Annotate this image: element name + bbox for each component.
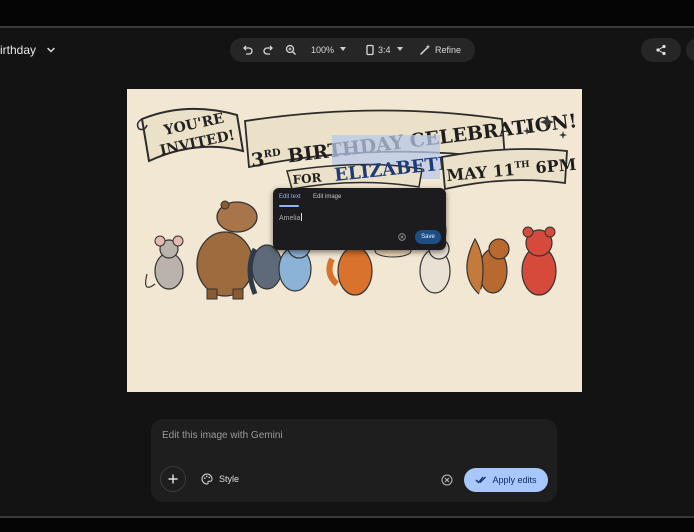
overflow-button[interactable] [686, 38, 694, 62]
zoom-in-icon[interactable] [284, 43, 298, 57]
share-button[interactable] [641, 38, 681, 62]
bear-illustration [521, 226, 557, 296]
active-tab-indicator [279, 205, 299, 207]
for-label: FOR [292, 170, 323, 187]
refine-button[interactable]: Refine [435, 45, 461, 55]
text-cursor [301, 213, 303, 221]
document-title[interactable]: irthday [0, 42, 58, 58]
magic-wand-icon[interactable] [418, 43, 432, 57]
add-attachment-button[interactable] [160, 466, 186, 492]
clear-icon[interactable] [398, 233, 406, 241]
apply-edits-button[interactable]: Apply edits [464, 468, 548, 492]
palette-icon [201, 473, 213, 485]
prompt-input[interactable]: Edit this image with Gemini [162, 430, 283, 441]
window-top-bar [0, 0, 694, 26]
edit-text-popup: Edit text Edit image Amelia Save [273, 188, 446, 250]
redo-icon[interactable] [262, 43, 276, 57]
tab-edit-text[interactable]: Edit text [279, 194, 301, 200]
style-label: Style [219, 474, 240, 484]
prompt-box: Edit this image with Gemini Style Apply … [151, 419, 557, 502]
edit-toolbar: 100% 3:4 Refine [230, 38, 475, 62]
undo-icon[interactable] [240, 43, 254, 57]
save-button[interactable]: Save [415, 230, 441, 244]
tab-edit-image[interactable]: Edit image [313, 194, 341, 200]
style-button[interactable]: Style [201, 473, 239, 485]
event-time: 6PM [529, 155, 577, 178]
zoom-caret-icon[interactable] [340, 47, 346, 51]
window-bottom-bar [0, 518, 694, 532]
aspect-caret-icon[interactable] [397, 47, 403, 51]
date-superscript: TH [514, 160, 531, 171]
aspect-ratio-icon[interactable] [363, 43, 377, 57]
replacement-text-input[interactable]: Amelia [279, 213, 303, 222]
apply-edits-label: Apply edits [492, 475, 537, 485]
share-icon [656, 44, 666, 56]
headline-superscript: RD [263, 147, 282, 160]
cancel-icon[interactable] [441, 474, 453, 486]
double-check-icon [476, 476, 487, 484]
zoom-level[interactable]: 100% [311, 45, 334, 55]
aspect-ratio-value[interactable]: 3:4 [378, 45, 391, 55]
image-editor: irthday 100% 3:4 Refine YOU'RE INVITED! … [0, 28, 694, 516]
replacement-text-value: Amelia [279, 215, 301, 222]
chevron-down-icon[interactable] [44, 43, 58, 57]
plus-icon [168, 474, 178, 484]
document-title-text: irthday [0, 43, 37, 57]
